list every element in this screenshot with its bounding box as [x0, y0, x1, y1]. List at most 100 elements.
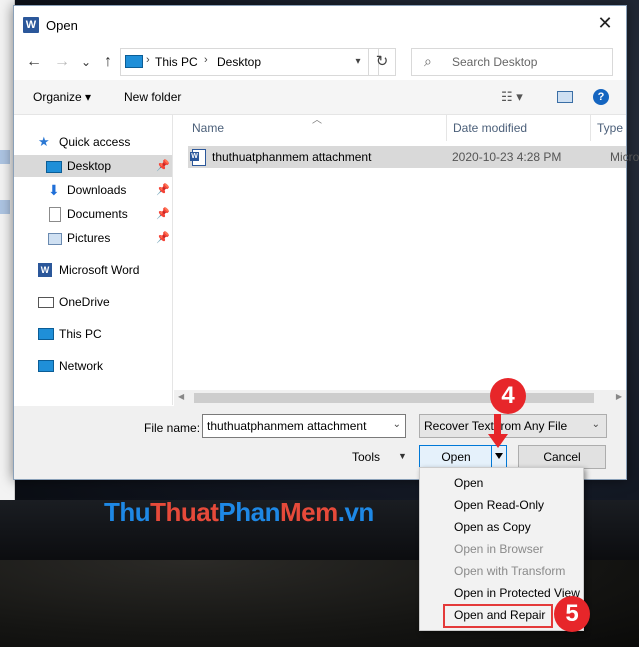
forward-button[interactable]: →	[52, 52, 72, 72]
title-bar: W Open ✕	[14, 6, 626, 44]
command-bar: Organize ▾ New folder ☷ ▾ ?	[14, 80, 626, 115]
file-list: ︿ Name Date modified Type thuthuatphanme…	[174, 115, 639, 395]
menu-item-open-with-transform: Open with Transform	[420, 560, 583, 582]
column-divider[interactable]	[446, 115, 447, 141]
sidebar-item-onedrive[interactable]: OneDrive	[14, 291, 172, 313]
open-button[interactable]: Open	[419, 445, 493, 469]
sidebar-item-microsoft-word[interactable]: W Microsoft Word	[14, 259, 172, 281]
column-header-type[interactable]: Type	[597, 121, 623, 135]
pin-icon[interactable]: 📌	[156, 207, 170, 220]
tools-label: Tools	[352, 450, 381, 464]
watermark-part: Phan	[218, 497, 280, 527]
menu-item-open[interactable]: Open	[420, 472, 583, 494]
menu-item-label: Open in Browser	[454, 542, 544, 556]
close-button[interactable]: ✕	[594, 12, 616, 34]
sidebar-item-label: Pictures	[67, 231, 111, 245]
view-options-button[interactable]: ☷ ▾	[501, 89, 523, 105]
new-folder-button[interactable]: New folder	[124, 90, 181, 104]
network-icon	[38, 360, 54, 372]
step-badge-4: 4	[490, 378, 526, 414]
horizontal-scrollbar[interactable]: ◀ ▶	[174, 390, 626, 406]
scroll-left-icon[interactable]: ◀	[178, 392, 184, 401]
menu-item-label: Open Read-Only	[454, 498, 545, 512]
menu-item-label: Open with Transform	[454, 564, 566, 578]
column-header-name[interactable]: Name	[192, 121, 224, 135]
breadcrumb-this-pc[interactable]: This PC	[155, 55, 198, 69]
menu-item-label: Open in Protected View	[454, 586, 580, 600]
file-type: Micro	[610, 150, 639, 164]
sidebar-item-network[interactable]: Network	[14, 355, 172, 377]
step-badge-5: 5	[554, 596, 590, 632]
pin-icon[interactable]: 📌	[156, 183, 170, 196]
refresh-button[interactable]: ↻	[368, 48, 396, 76]
sidebar-item-documents[interactable]: Documents 📌	[14, 203, 172, 225]
computer-icon	[38, 328, 54, 340]
sidebar-item-label: Quick access	[59, 135, 131, 149]
watermark-part: Thu	[104, 497, 151, 527]
picture-icon	[48, 233, 62, 245]
sidebar-item-label: Documents	[67, 207, 128, 221]
organize-button[interactable]: Organize ▾	[33, 90, 91, 104]
caret-down-icon: ▼	[398, 451, 407, 461]
menu-item-open-read-only[interactable]: Open Read-Only	[420, 494, 583, 516]
recent-locations-button[interactable]: ⌄	[76, 52, 96, 72]
word-icon: W	[23, 17, 39, 33]
sidebar-item-label: This PC	[59, 327, 102, 341]
search-input[interactable]: ⌕ Search Desktop	[411, 48, 613, 76]
open-options-dropdown-button[interactable]	[491, 445, 507, 469]
scroll-right-icon[interactable]: ▶	[616, 392, 622, 401]
up-button[interactable]: ↑	[98, 52, 118, 72]
sidebar-item-quick-access[interactable]: ★ Quick access	[14, 131, 172, 153]
menu-item-label: Open as Copy	[454, 520, 531, 534]
file-name-value: thuthuatphanmem attachment	[207, 419, 367, 433]
word-document-icon	[190, 149, 206, 166]
star-icon: ★	[38, 134, 50, 149]
help-icon[interactable]: ?	[593, 89, 609, 105]
annotation-arrow-head	[488, 434, 508, 448]
sidebar-item-label: Microsoft Word	[59, 263, 140, 277]
caret-down-icon	[495, 453, 503, 459]
breadcrumb-desktop[interactable]: Desktop	[217, 55, 261, 69]
sidebar-item-pictures[interactable]: Pictures 📌	[14, 227, 172, 249]
chevron-right-icon: ›	[146, 54, 150, 66]
highlight-box	[443, 604, 553, 628]
desktop-icon	[46, 161, 62, 173]
scrollbar-thumb[interactable]	[194, 393, 594, 403]
menu-item-label: Open	[454, 476, 484, 490]
sidebar-item-desktop[interactable]: Desktop 📌	[14, 155, 172, 177]
sidebar-item-label: Downloads	[67, 183, 127, 197]
file-type-select[interactable]: Recover Text from Any File ⌄	[419, 414, 607, 438]
background-window-link	[0, 150, 10, 164]
chevron-down-icon[interactable]: ⌄	[393, 419, 401, 430]
sidebar-item-label: Network	[59, 359, 104, 373]
file-row[interactable]: thuthuatphanmem attachment 2020-10-23 4:…	[188, 146, 639, 168]
preview-pane-icon[interactable]	[557, 91, 573, 103]
menu-item-open-in-browser: Open in Browser	[420, 538, 583, 560]
watermark-logo: ThuThuatPhanMem.vn	[104, 497, 374, 528]
cancel-button[interactable]: Cancel	[518, 445, 606, 469]
search-placeholder: Search Desktop	[452, 55, 538, 69]
computer-icon	[125, 55, 143, 68]
menu-item-open-as-copy[interactable]: Open as Copy	[420, 516, 583, 538]
address-dropdown-button[interactable]: ▾	[348, 48, 368, 76]
download-icon: ⬇	[48, 182, 60, 198]
column-header-date-modified[interactable]: Date modified	[453, 121, 527, 135]
file-name-label: File name:	[144, 421, 201, 435]
word-icon: W	[38, 263, 52, 277]
document-icon	[49, 207, 61, 222]
address-bar[interactable]: › This PC › Desktop	[120, 48, 379, 76]
pin-icon[interactable]: 📌	[156, 159, 170, 172]
watermark-part: Thuat	[150, 497, 219, 527]
back-button[interactable]: ←	[24, 52, 44, 72]
sidebar-item-label: Desktop	[67, 159, 112, 173]
sidebar-item-label: OneDrive	[59, 295, 110, 309]
pin-icon[interactable]: 📌	[156, 231, 170, 244]
tools-button[interactable]: Tools ▼	[352, 450, 407, 464]
sidebar-item-downloads[interactable]: ⬇ Downloads 📌	[14, 179, 172, 201]
sidebar-item-this-pc[interactable]: This PC	[14, 323, 172, 345]
navigation-bar: ← → ⌄ ↑ › This PC › Desktop ▾ ↻ ⌕ Search…	[14, 44, 626, 80]
window-title: Open	[46, 18, 78, 33]
file-name-input[interactable]: thuthuatphanmem attachment ⌄	[202, 414, 406, 438]
file-date-modified: 2020-10-23 4:28 PM	[452, 150, 562, 164]
column-divider[interactable]	[590, 115, 591, 141]
